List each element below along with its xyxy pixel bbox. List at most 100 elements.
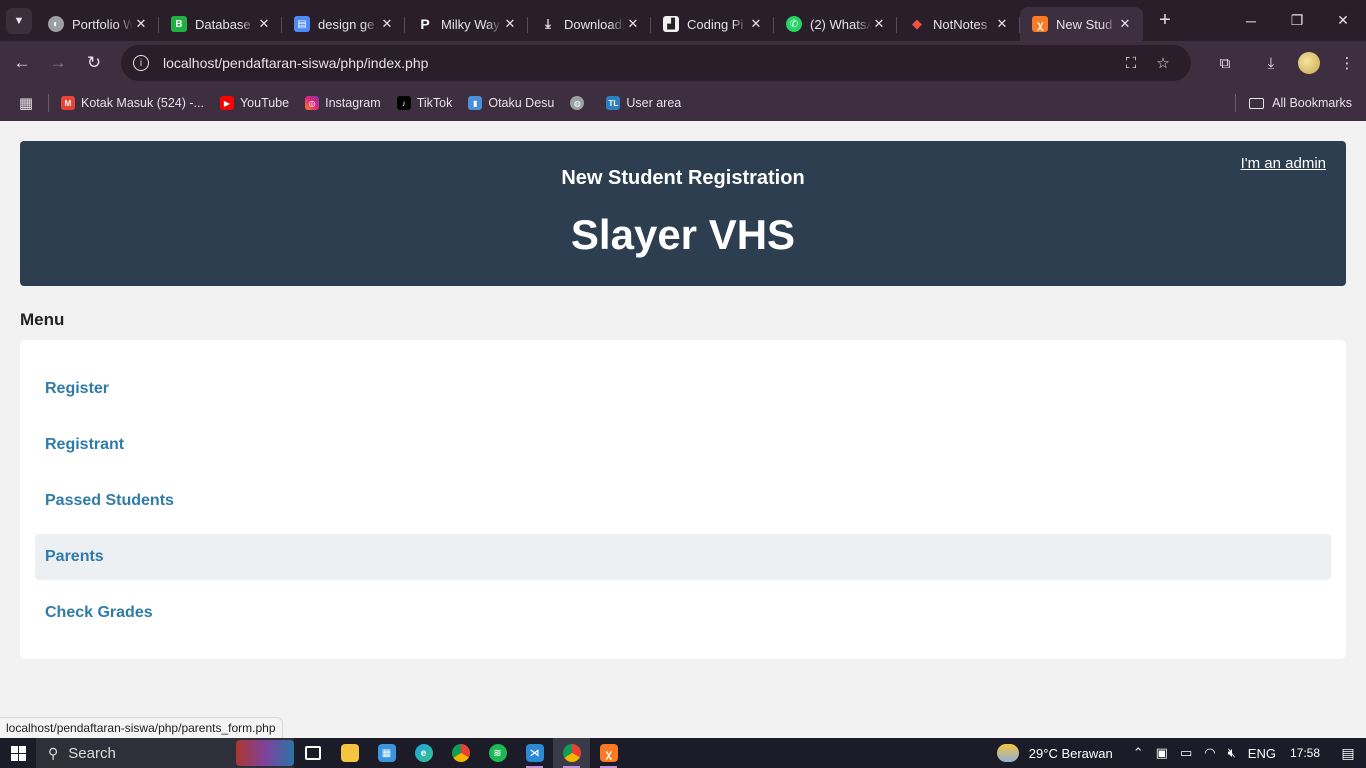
bookmark-youtube[interactable]: ▶ YouTube [219, 96, 289, 110]
close-icon[interactable]: ✕ [1117, 16, 1133, 32]
bookmarks-separator [48, 94, 49, 112]
speaker-muted-icon[interactable]: 🔇︎ [1228, 745, 1236, 761]
tab-title: design ge [318, 16, 375, 32]
all-bookmarks-button[interactable]: All Bookmarks [1249, 96, 1352, 110]
instagram-icon: ◎ [305, 96, 320, 110]
tiktok-icon: ♪ [396, 96, 411, 110]
apps-grid-icon[interactable]: ▦ [8, 94, 44, 112]
web-page: I'm an admin New Student Registration Sl… [0, 121, 1366, 738]
tab[interactable]: ⤓ Downloads ✕ [528, 7, 651, 41]
clock[interactable]: 17:58 [1290, 746, 1320, 760]
menu-item-registrant[interactable]: Registrant [35, 422, 1331, 468]
tab[interactable]: ▟ Coding Pi ✕ [651, 7, 774, 41]
page-title: Slayer VHS [570, 211, 796, 258]
tab-title: Milky Way [441, 16, 500, 32]
tab[interactable]: ✆ (2) WhatsA ✕ [774, 7, 897, 41]
weather-icon [996, 744, 1019, 762]
edge-icon[interactable]: e [405, 738, 442, 768]
chrome-icon[interactable] [442, 738, 479, 768]
document-icon: ▤ [294, 16, 310, 32]
tab-title: Portfolio W [72, 16, 133, 32]
minimize-icon[interactable]: ─ [1228, 0, 1274, 41]
file-explorer-icon[interactable] [331, 738, 368, 768]
tab[interactable]: B Database ✕ [159, 7, 282, 41]
page-header: I'm an admin New Student Registration Sl… [20, 141, 1346, 286]
downloads-icon[interactable]: ⤓ [1252, 45, 1290, 81]
close-icon[interactable]: ✕ [379, 16, 395, 32]
search-highlight-image [236, 740, 294, 766]
close-icon[interactable]: ✕ [625, 16, 641, 32]
youtube-icon: ▶ [219, 96, 234, 110]
menu-heading: Menu [20, 310, 65, 329]
close-icon[interactable]: ✕ [502, 16, 518, 32]
url-text[interactable]: localhost/pendaftaran-siswa/php/index.ph… [163, 55, 1115, 71]
site-info-icon[interactable]: i [133, 55, 149, 71]
otaku-icon: ▮ [468, 96, 483, 110]
language-indicator[interactable]: ENG [1248, 746, 1276, 761]
bookmark-label: User area [626, 96, 682, 110]
close-icon[interactable]: ✕ [871, 16, 887, 32]
bookmark-instagram[interactable]: ◎ Instagram [305, 96, 381, 110]
meet-icon[interactable]: ▣ [1156, 745, 1168, 761]
forward-icon[interactable]: → [40, 45, 76, 81]
back-icon[interactable]: ← [4, 45, 40, 81]
bookmark-user-area[interactable]: TL User area [606, 96, 681, 110]
reload-icon[interactable]: ↻ [76, 45, 112, 81]
bookmark-gmail[interactable]: M Kotak Masuk (524) -... [61, 96, 204, 110]
start-button[interactable] [0, 738, 36, 768]
xampp-icon[interactable]: ꭓ [590, 738, 627, 768]
translate-icon[interactable]: ⛶ [1115, 55, 1147, 72]
close-icon[interactable]: ✕ [748, 16, 764, 32]
tab-title: NotNotes [933, 16, 988, 32]
close-icon[interactable]: ✕ [133, 16, 149, 32]
close-icon[interactable]: ✕ [994, 16, 1010, 32]
weather-widget[interactable]: 29°C Berawan [996, 744, 1113, 762]
taskbar-apps: ▦ e ≋ ⋊ ꭓ [294, 738, 627, 768]
task-view-icon[interactable] [294, 738, 331, 768]
xampp-icon: ꭓ [1032, 16, 1048, 32]
close-icon[interactable]: ✕ [256, 16, 272, 32]
link-status-bar: localhost/pendaftaran-siswa/php/parents_… [0, 717, 283, 738]
wifi-icon[interactable]: ◠ [1204, 745, 1215, 761]
page-subtitle: New Student Registration [561, 167, 805, 189]
tabs: ◐ Portfolio W ✕ B Database ✕ ▤ design ge… [36, 0, 1143, 41]
taskbar-search[interactable]: ⚲ Search [36, 738, 294, 768]
more-menu-icon[interactable]: ⋮ [1328, 45, 1366, 81]
bookmark-otaku-desu[interactable]: ▮ Otaku Desu [468, 96, 554, 110]
notification-icon[interactable]: ▤ [1330, 745, 1366, 762]
bookmark-label: Instagram [325, 96, 381, 110]
bookmark-globe[interactable]: ◍ [570, 96, 590, 110]
tab[interactable]: ◐ Portfolio W ✕ [36, 7, 159, 41]
tab[interactable]: ◆ NotNotes ✕ [897, 7, 1020, 41]
profile-avatar[interactable] [1290, 45, 1328, 81]
menu-item-register[interactable]: Register [35, 366, 1331, 412]
chrome-profile-icon[interactable] [553, 738, 590, 768]
close-window-icon[interactable]: ✕ [1320, 0, 1366, 41]
tab-title: Downloads [564, 16, 625, 32]
tab-active[interactable]: ꭓ New Stud ✕ [1020, 7, 1143, 41]
battery-icon[interactable]: ▭ [1180, 745, 1192, 761]
tab-title: Coding Pi [687, 16, 744, 32]
extensions-icon[interactable]: ⧉ [1206, 45, 1244, 81]
store-icon[interactable]: ▦ [368, 738, 405, 768]
globe-icon: ◐ [48, 16, 64, 32]
restore-icon[interactable]: ❐ [1274, 0, 1320, 41]
search-icon: ⚲ [48, 744, 59, 761]
whatsapp-icon: ✆ [786, 16, 802, 32]
tab[interactable]: ▤ design ge ✕ [282, 7, 405, 41]
address-bar[interactable]: i localhost/pendaftaran-siswa/php/index.… [121, 45, 1191, 81]
menu-item-check-grades[interactable]: Check Grades [35, 590, 1331, 636]
vscode-icon[interactable]: ⋊ [516, 738, 553, 768]
bookmark-tiktok[interactable]: ♪ TikTok [396, 96, 452, 110]
chevron-up-icon[interactable]: ⌃ [1133, 745, 1144, 761]
gmail-icon: M [61, 96, 75, 110]
coding-icon: ▟ [663, 16, 679, 32]
menu-item-passed-students[interactable]: Passed Students [35, 478, 1331, 524]
menu-item-parents[interactable]: Parents [35, 534, 1331, 580]
chevron-down-icon[interactable]: ▼ [6, 7, 32, 34]
spotify-icon[interactable]: ≋ [479, 738, 516, 768]
folder-icon [1249, 97, 1265, 109]
tab[interactable]: P Milky Way ✕ [405, 7, 528, 41]
bookmark-star-icon[interactable]: ☆ [1147, 54, 1179, 72]
new-tab-button[interactable]: + [1151, 7, 1179, 35]
